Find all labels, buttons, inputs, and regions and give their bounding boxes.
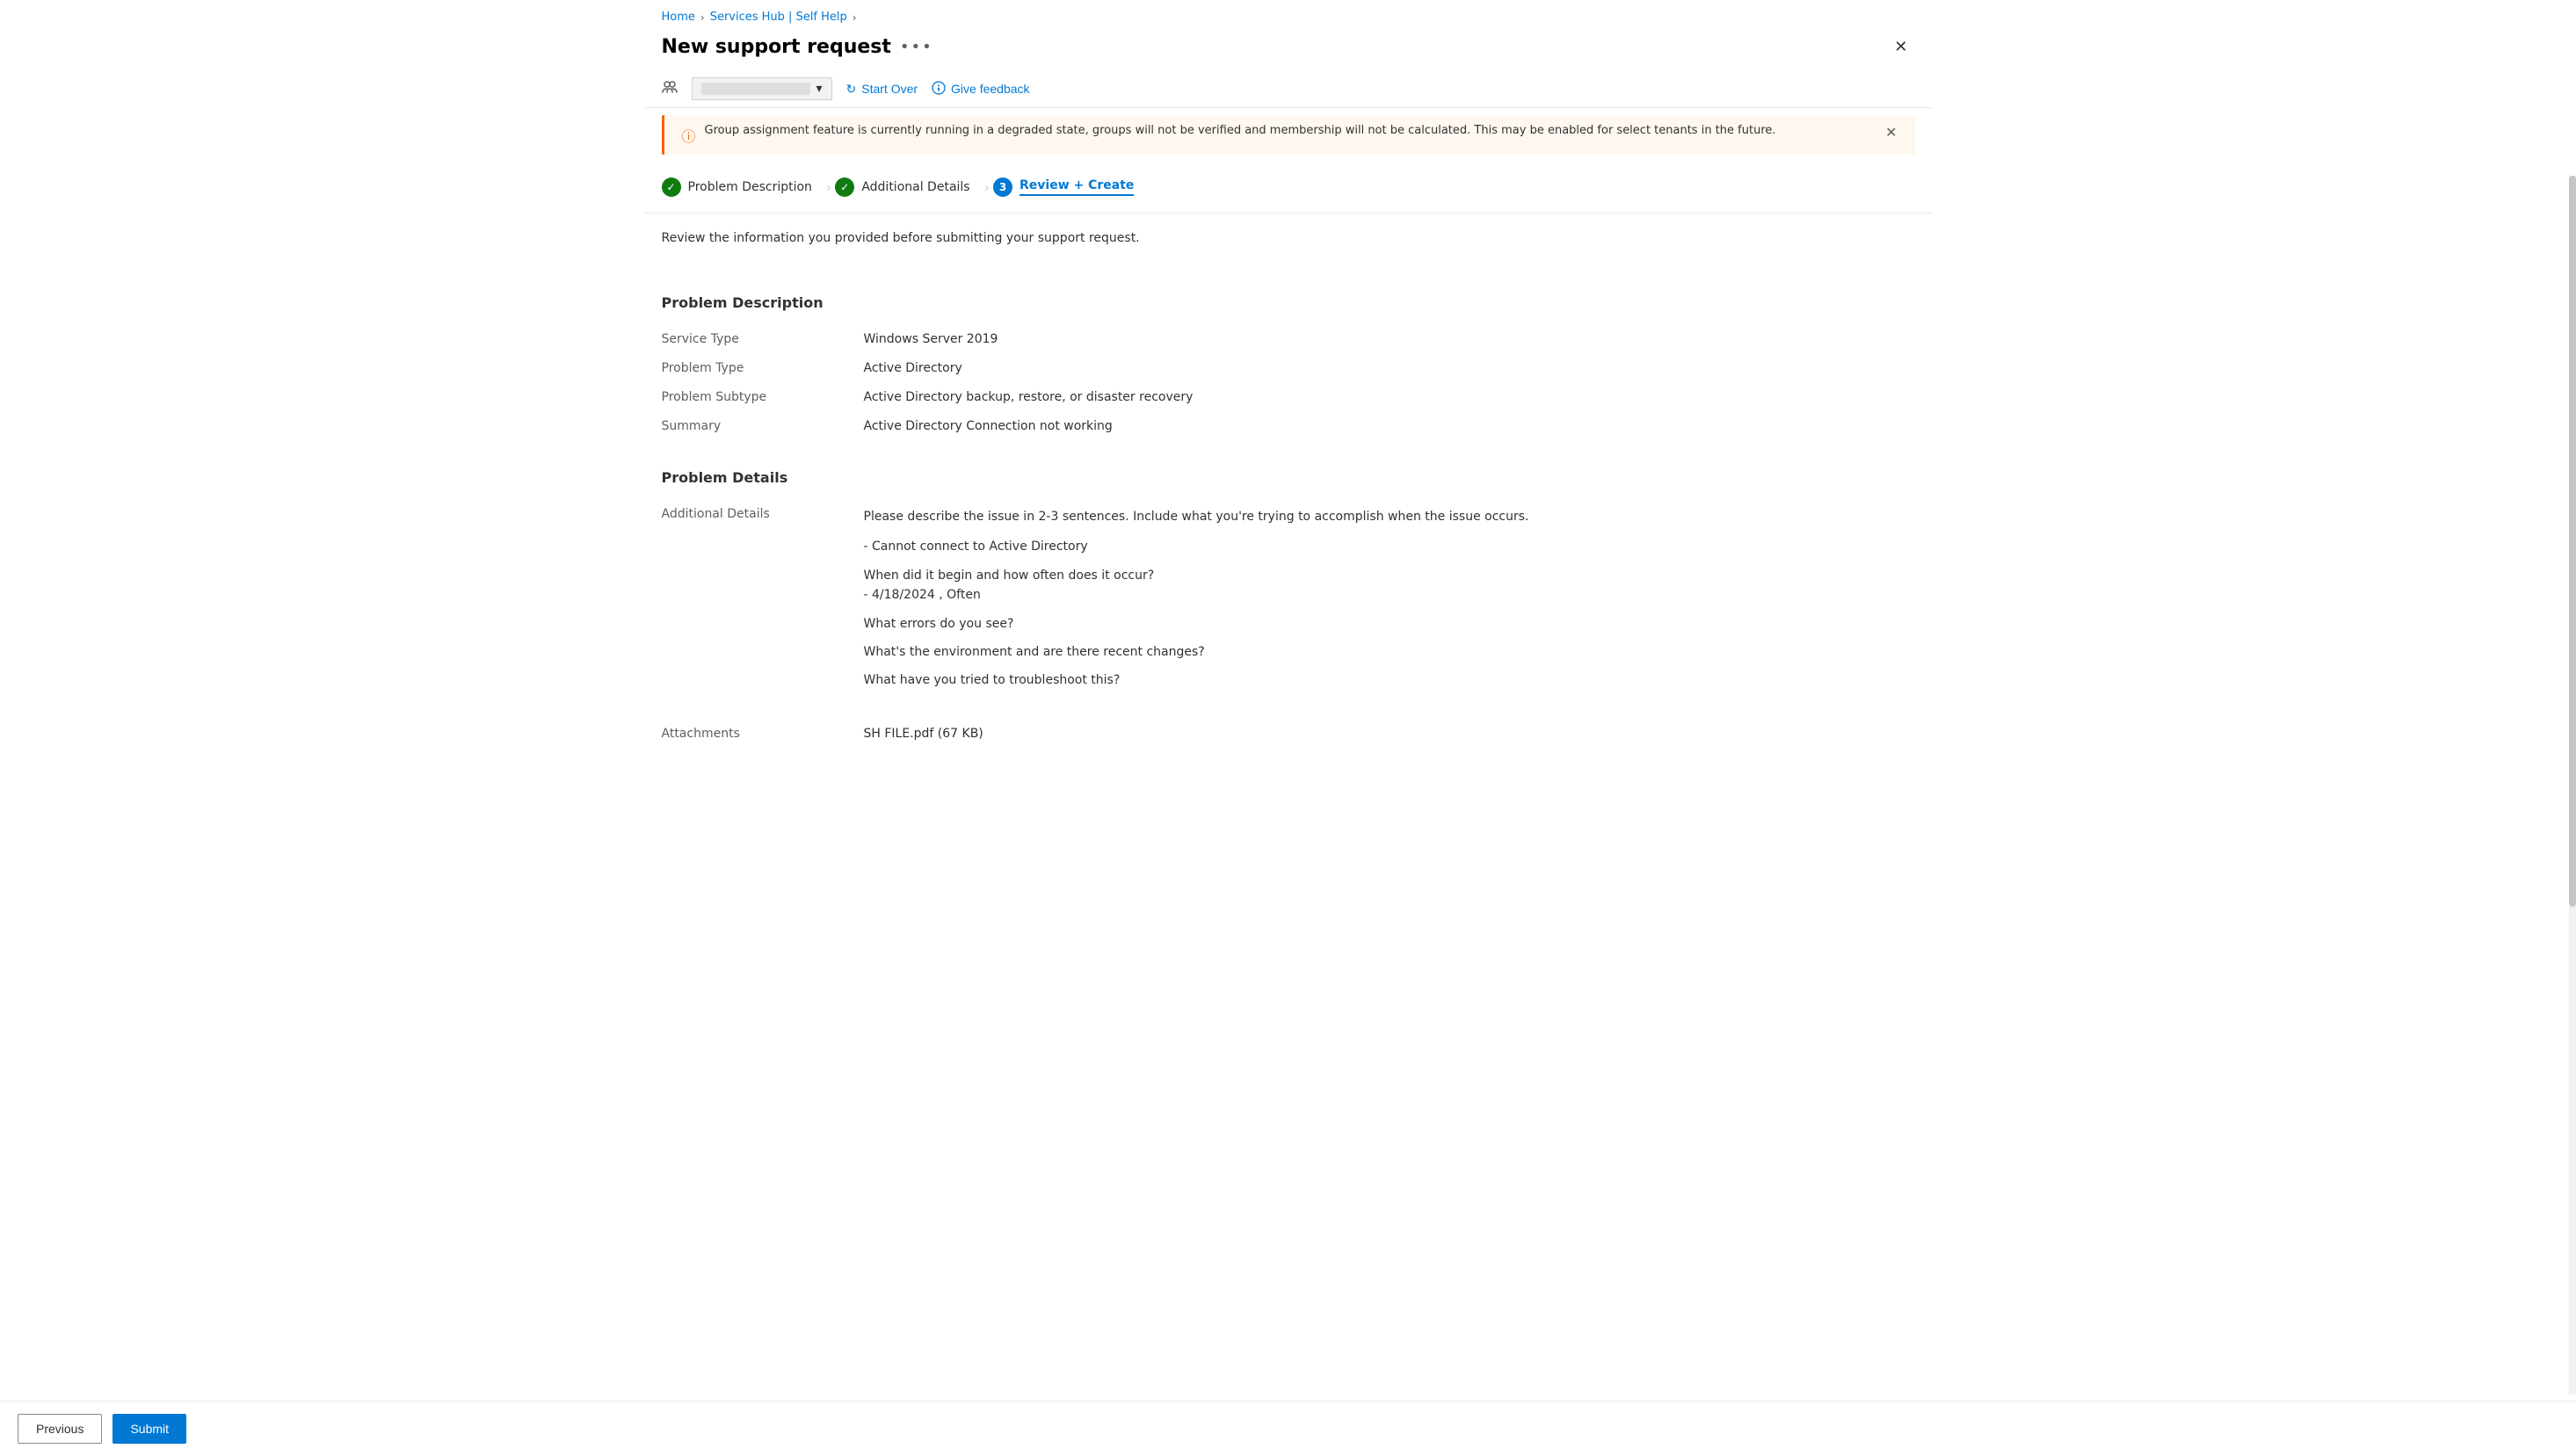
field-problem-type-value: Active Directory: [864, 361, 1915, 375]
toolbar: ▾ ↻ Start Over Give feedback: [644, 70, 1933, 108]
alert-close-button[interactable]: ✕: [1885, 124, 1897, 141]
start-over-button[interactable]: ↻ Start Over: [846, 82, 918, 97]
detail-question-3: What's the environment and are there rec…: [864, 642, 1915, 662]
step-sep-2: ›: [981, 179, 993, 196]
step-3-label: Review + Create: [1020, 178, 1134, 196]
group-icon: [662, 79, 678, 99]
step-2-circle: ✓: [835, 177, 854, 197]
footer: Previous Submit: [0, 1401, 2576, 1456]
field-attachments-value: SH FILE.pdf (67 KB): [864, 727, 1915, 741]
step-sep-1: ›: [823, 179, 835, 196]
dropdown-placeholder: [701, 83, 811, 95]
chevron-down-icon: ▾: [816, 82, 822, 96]
main-content: Review the information you provided befo…: [644, 214, 1933, 819]
step-3-number: 3: [999, 181, 1006, 193]
field-summary-value: Active Directory Connection not working: [864, 419, 1915, 433]
field-service-type-value: Windows Server 2019: [864, 332, 1915, 346]
detail-intro: Please describe the issue in 2-3 sentenc…: [864, 507, 1915, 526]
scrollbar[interactable]: [2569, 176, 2576, 1394]
checkmark-icon-2: ✓: [840, 181, 849, 193]
step-2-label: Additional Details: [861, 180, 969, 194]
alert-message: Group assignment feature is currently ru…: [705, 124, 1776, 137]
field-additional-details-label: Additional Details: [662, 507, 864, 521]
page-title: New support request: [662, 36, 891, 58]
field-service-type-label: Service Type: [662, 332, 864, 346]
detail-line-1: - Cannot connect to Active Directory: [864, 537, 1915, 556]
previous-button[interactable]: Previous: [18, 1414, 102, 1444]
field-service-type: Service Type Windows Server 2019: [662, 325, 1915, 354]
detail-date: - 4/18/2024 , Often: [864, 585, 1915, 605]
more-options-button[interactable]: •••: [900, 38, 933, 56]
field-additional-details-value: Please describe the issue in 2-3 sentenc…: [864, 507, 1915, 691]
field-summary-label: Summary: [662, 419, 864, 433]
step-3-circle: 3: [993, 177, 1012, 197]
detail-question-1: When did it begin and how often does it …: [864, 566, 1915, 585]
give-feedback-button[interactable]: Give feedback: [932, 81, 1030, 98]
step-1-label: Problem Description: [688, 180, 812, 194]
breadcrumb-sep-1: ›: [700, 11, 705, 24]
breadcrumb: Home › Services Hub | Self Help ›: [644, 0, 1933, 29]
checkmark-icon: ✓: [666, 181, 675, 193]
field-attachments: Attachments SH FILE.pdf (67 KB): [662, 720, 1915, 749]
field-additional-details: Additional Details Please describe the i…: [662, 500, 1915, 699]
field-problem-type-label: Problem Type: [662, 361, 864, 375]
refresh-icon: ↻: [846, 82, 857, 97]
breadcrumb-services-hub[interactable]: Services Hub | Self Help: [710, 11, 847, 24]
field-attachments-label: Attachments: [662, 727, 864, 741]
close-button[interactable]: ✕: [1887, 34, 1914, 60]
start-over-label: Start Over: [861, 82, 918, 96]
feedback-icon: [932, 81, 946, 98]
submit-button[interactable]: Submit: [112, 1414, 186, 1444]
breadcrumb-sep-2: ›: [853, 11, 857, 24]
steps-bar: ✓ Problem Description › ✓ Additional Det…: [644, 162, 1933, 214]
field-problem-type: Problem Type Active Directory: [662, 354, 1915, 383]
alert-banner: ⓘ Group assignment feature is currently …: [662, 115, 1915, 155]
field-summary: Summary Active Directory Connection not …: [662, 412, 1915, 441]
alert-icon: ⓘ: [682, 125, 696, 146]
step-additional-details[interactable]: ✓ Additional Details: [835, 172, 980, 202]
step-problem-description[interactable]: ✓ Problem Description: [662, 172, 823, 202]
problem-description-section-header: Problem Description: [662, 294, 1915, 311]
page-header: New support request ••• ✕: [644, 29, 1933, 70]
review-intro: Review the information you provided befo…: [662, 231, 1915, 245]
problem-details-section-header: Problem Details: [662, 469, 1915, 486]
breadcrumb-home[interactable]: Home: [662, 11, 695, 24]
field-problem-subtype-value: Active Directory backup, restore, or dis…: [864, 390, 1915, 404]
subscription-dropdown[interactable]: ▾: [692, 77, 832, 100]
feedback-label: Give feedback: [951, 82, 1030, 96]
step-review-create[interactable]: 3 Review + Create: [993, 172, 1144, 202]
step-1-circle: ✓: [662, 177, 681, 197]
scroll-thumb: [2569, 176, 2576, 907]
field-problem-subtype-label: Problem Subtype: [662, 390, 864, 404]
detail-question-2: What errors do you see?: [864, 614, 1915, 634]
field-problem-subtype: Problem Subtype Active Directory backup,…: [662, 383, 1915, 412]
detail-question-4: What have you tried to troubleshoot this…: [864, 670, 1915, 690]
